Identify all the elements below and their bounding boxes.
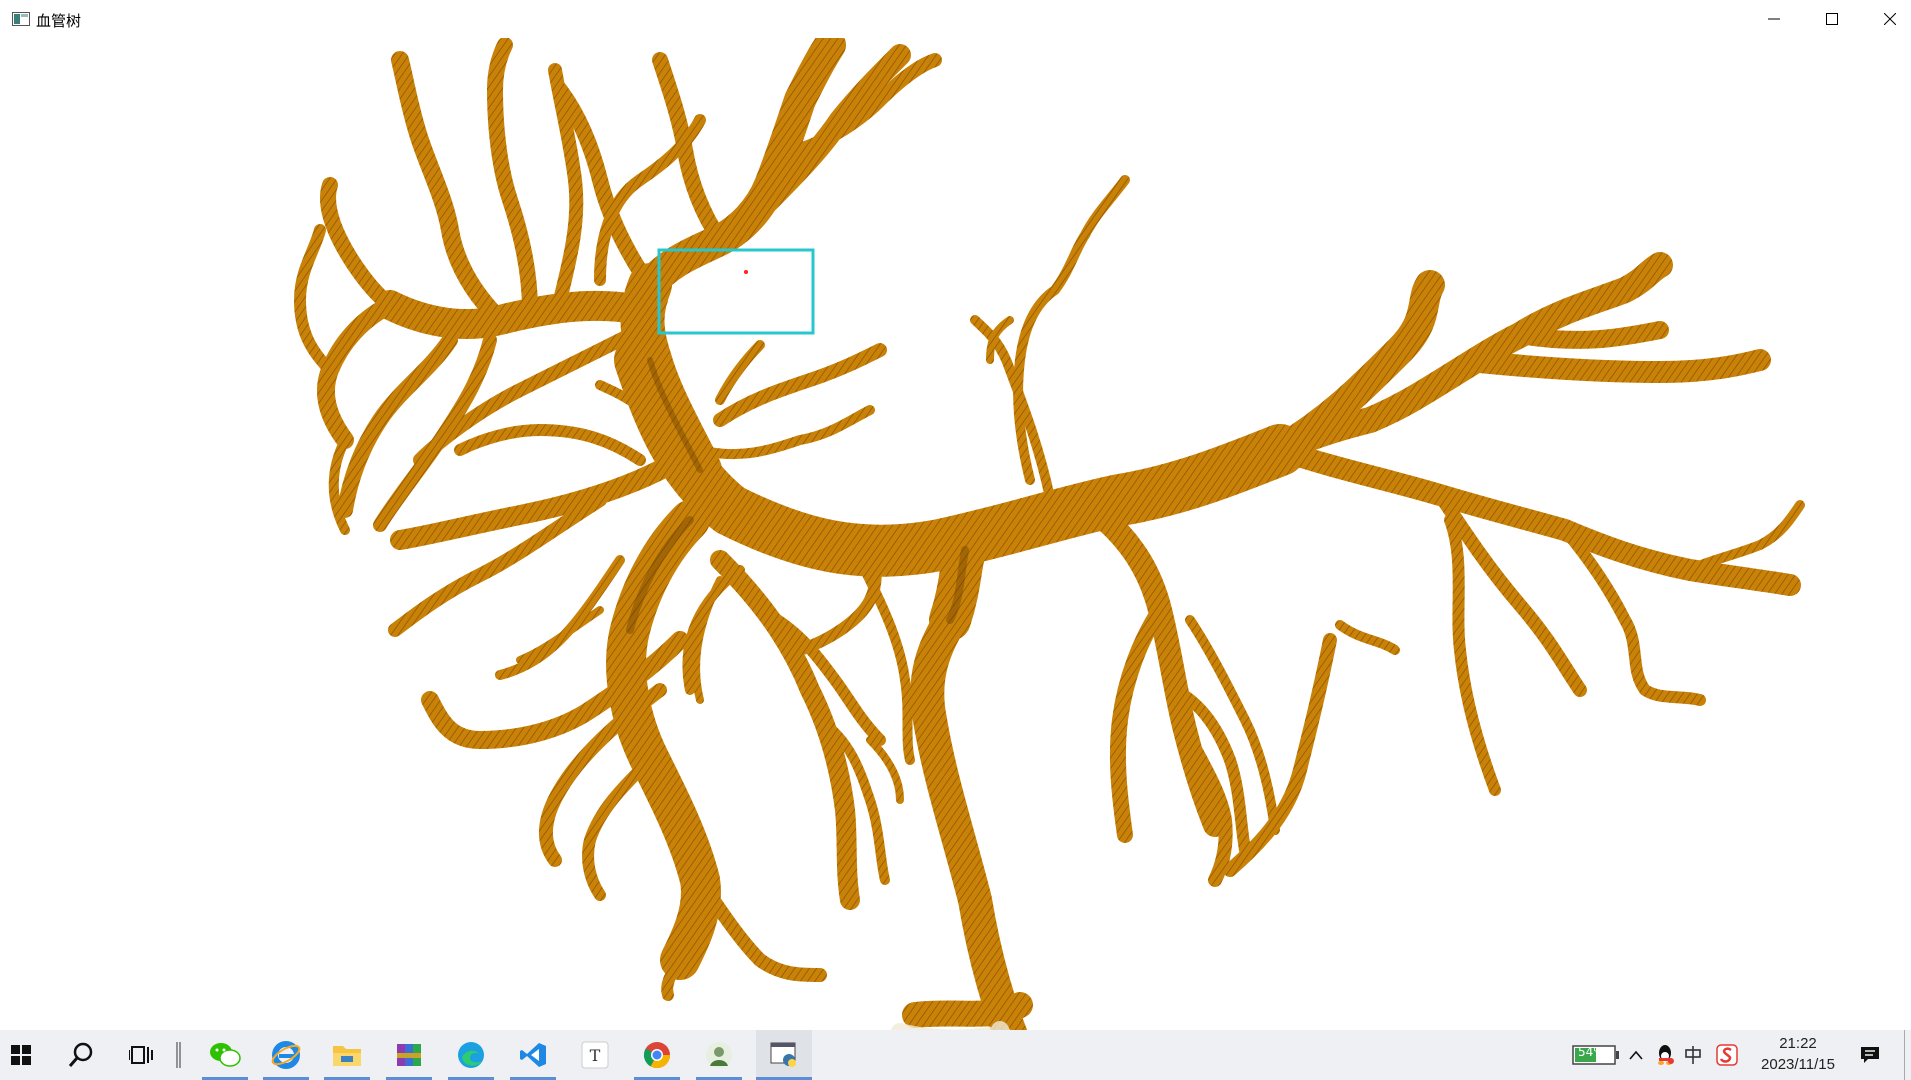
window-title: 血管树 — [36, 12, 82, 30]
vscode-icon — [520, 1043, 546, 1067]
search-button[interactable] — [58, 1030, 104, 1080]
clock-date: 2023/11/15 — [1761, 1056, 1835, 1073]
battery-indicator[interactable]: 54% — [1568, 1030, 1624, 1080]
close-button[interactable] — [1861, 0, 1911, 38]
ime-icon — [1685, 1046, 1701, 1064]
file-explorer-icon — [333, 1046, 361, 1066]
typora-icon: T — [581, 1041, 609, 1069]
minimize-icon — [1768, 18, 1780, 20]
tray-sogou[interactable] — [1714, 1030, 1740, 1080]
sogou-icon — [1716, 1044, 1738, 1066]
taskbar-app-typora[interactable]: T — [570, 1030, 620, 1080]
chevron-up-icon — [1629, 1050, 1643, 1060]
wechat-icon — [210, 1043, 241, 1067]
taskbar-app-ie[interactable] — [261, 1030, 311, 1080]
clock[interactable]: 21:22 2023/11/15 — [1748, 1032, 1848, 1078]
title-bar[interactable]: 血管树 — [0, 0, 1911, 38]
notification-center-button[interactable] — [1852, 1030, 1888, 1080]
taskbar-app-python-active[interactable] — [756, 1030, 812, 1080]
chrome-icon — [643, 1042, 671, 1069]
task-view-button[interactable] — [118, 1030, 164, 1080]
task-view-icon — [129, 1046, 153, 1064]
edge-icon — [458, 1042, 484, 1068]
battery-percent: 54% — [1578, 1045, 1605, 1059]
winrar-icon — [397, 1044, 421, 1066]
show-hidden-icons-button[interactable] — [1624, 1030, 1648, 1080]
vessel-tree-render — [294, 38, 1805, 1030]
svg-text:T: T — [590, 1046, 601, 1065]
3d-viewport[interactable] — [0, 38, 1911, 1030]
taskbar-app-winrar[interactable] — [384, 1030, 434, 1080]
start-button[interactable] — [0, 1030, 42, 1080]
photo-app-icon — [706, 1042, 732, 1068]
taskbar-app-file-explorer[interactable] — [322, 1030, 372, 1080]
app-icon — [12, 12, 30, 26]
taskbar-app-chrome[interactable] — [632, 1030, 682, 1080]
taskbar-app-wechat[interactable] — [200, 1030, 250, 1080]
clock-time: 21:22 — [1779, 1035, 1817, 1052]
pick-point-marker — [744, 270, 748, 274]
notification-icon — [1861, 1047, 1879, 1063]
ie-icon — [271, 1041, 301, 1069]
start-icon — [11, 1045, 31, 1065]
qq-icon — [1658, 1045, 1674, 1065]
search-icon — [68, 1042, 93, 1067]
python-app-icon — [770, 1042, 796, 1067]
close-icon — [1884, 13, 1896, 25]
maximize-button[interactable] — [1803, 0, 1861, 38]
taskbar-app-edge[interactable] — [446, 1030, 496, 1080]
tray-qq[interactable] — [1652, 1030, 1678, 1080]
taskbar-app-photo[interactable] — [694, 1030, 744, 1080]
maximize-icon — [1826, 13, 1838, 25]
show-desktop-button[interactable] — [1904, 1030, 1911, 1080]
minimize-button[interactable] — [1745, 0, 1803, 38]
tray-ime[interactable] — [1680, 1030, 1706, 1080]
taskbar-app-vscode[interactable] — [508, 1030, 558, 1080]
taskbar: T 54% 21:22 2023/11/15 — [0, 1030, 1911, 1080]
app-window: 血管树 — [0, 0, 1911, 1030]
taskbar-separator — [172, 1030, 186, 1080]
